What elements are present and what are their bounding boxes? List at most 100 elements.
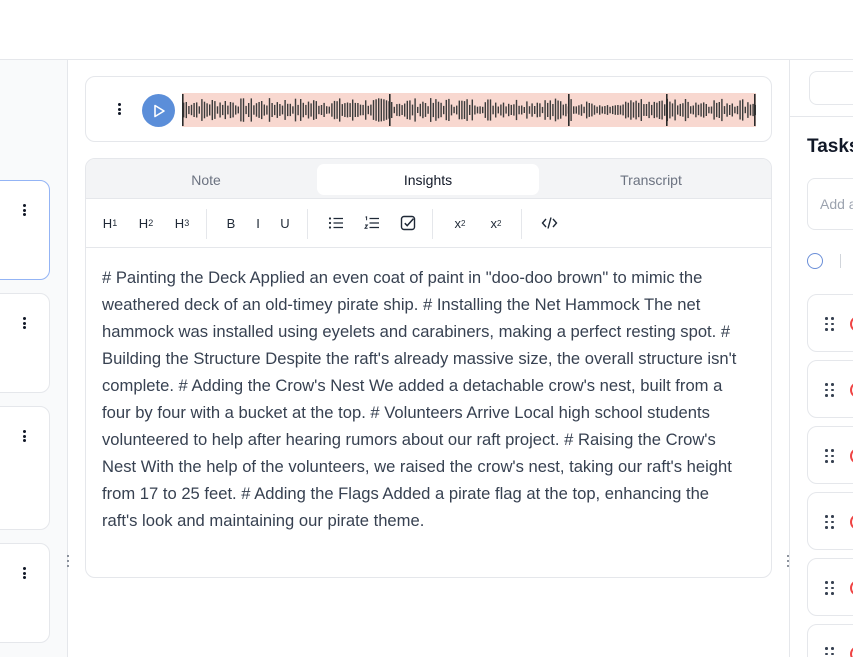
italic-button[interactable]: I (252, 211, 264, 235)
waveform-bar (456, 105, 458, 115)
note-card[interactable] (0, 543, 50, 643)
note-menu-icon[interactable] (17, 566, 31, 580)
waveform-bar (336, 101, 338, 119)
waveform-bar (489, 99, 492, 121)
underline-button[interactable]: U (278, 211, 292, 235)
notes-list-panel (0, 60, 68, 657)
drag-handle-icon[interactable] (825, 515, 834, 529)
waveform-bar (417, 106, 419, 113)
waveform-bar (718, 102, 720, 118)
waveform-bar (664, 104, 666, 116)
waveform-bar (235, 105, 237, 115)
superscript-button[interactable]: x2 (488, 211, 504, 235)
waveform-bar (690, 106, 692, 114)
drag-handle-icon[interactable] (825, 449, 834, 463)
task-item[interactable] (807, 294, 853, 352)
waveform-bar (596, 106, 598, 114)
toolbar-divider (521, 209, 522, 239)
waveform-bar (188, 106, 190, 115)
note-card[interactable] (0, 293, 50, 393)
add-task-input[interactable]: Add a (807, 178, 853, 230)
waveform-bar (638, 102, 640, 118)
waveform-bar (575, 106, 577, 114)
toolbar-divider (432, 209, 433, 239)
waveform-bar (432, 102, 434, 118)
waveform-bar (458, 100, 460, 120)
checklist-button[interactable] (399, 211, 417, 235)
drag-handle-icon[interactable] (825, 581, 834, 595)
task-item[interactable] (807, 360, 853, 418)
heading-1-button[interactable]: H1 (101, 211, 119, 235)
tab-insights[interactable]: Insights (317, 164, 539, 195)
select-all-radio[interactable] (807, 253, 823, 269)
task-item[interactable] (807, 558, 853, 616)
waveform-marker (389, 94, 391, 126)
waveform-bar (461, 100, 463, 120)
tab-note[interactable]: Note (95, 164, 317, 195)
bullet-list-button[interactable] (327, 211, 345, 235)
waveform-bar (352, 99, 354, 121)
note-menu-icon[interactable] (17, 203, 31, 217)
waveform-bar (242, 98, 245, 122)
waveform-bar (526, 101, 528, 119)
waveform-bar (196, 102, 198, 118)
heading-1-label: H (102, 215, 113, 231)
waveform-bar (380, 98, 382, 122)
heading-3-button[interactable]: H3 (173, 211, 191, 235)
tasks-search-box[interactable] (809, 71, 853, 105)
subscript-button[interactable]: x2 (452, 211, 468, 235)
waveform-bar (510, 104, 512, 115)
waveform-bar (617, 105, 619, 115)
vertical-ellipsis-icon[interactable] (112, 102, 126, 116)
waveform-bar (375, 99, 377, 121)
waveform-bar (515, 99, 518, 121)
insights-text[interactable]: # Painting the Deck Applied an even coat… (102, 264, 742, 534)
drag-handle-icon[interactable] (825, 383, 834, 397)
heading-2-button[interactable]: H2 (137, 211, 155, 235)
waveform-bar (430, 98, 432, 122)
audio-waveform[interactable] (182, 93, 756, 127)
waveform-bar (216, 106, 219, 114)
waveform-bar (500, 104, 502, 116)
waveform-bar (487, 99, 489, 121)
note-menu-icon[interactable] (17, 316, 31, 330)
task-item[interactable] (807, 624, 853, 657)
waveform-bar (479, 106, 481, 114)
drag-handle-icon[interactable] (825, 317, 834, 331)
waveform-marker (568, 94, 570, 126)
task-item[interactable] (807, 492, 853, 550)
waveform-bar (606, 105, 609, 115)
waveform-bar (604, 106, 606, 115)
heading-2-level: 2 (148, 218, 154, 228)
numbered-list-button[interactable] (363, 211, 381, 235)
waveform-bar (593, 105, 596, 115)
drag-handle-icon[interactable] (825, 647, 834, 657)
waveform-bar (453, 106, 455, 114)
play-button[interactable] (142, 94, 175, 127)
bold-button[interactable]: B (224, 211, 238, 235)
waveform-bar (729, 105, 731, 115)
waveform-bar (736, 105, 739, 115)
note-menu-icon[interactable] (17, 429, 31, 443)
code-button[interactable] (540, 211, 558, 235)
task-item[interactable] (807, 426, 853, 484)
waveform-bar (227, 105, 229, 115)
waveform-bar (710, 106, 713, 114)
waveform-bar (424, 103, 427, 117)
waveform-bar (549, 100, 551, 120)
waveform-bar (328, 106, 330, 114)
audio-player (85, 76, 772, 142)
waveform-bar (703, 102, 705, 118)
waveform-bar (289, 103, 291, 117)
waveform-bar (393, 106, 395, 114)
waveform-bar (684, 99, 687, 122)
note-card[interactable] (0, 406, 50, 530)
tab-transcript[interactable]: Transcript (540, 164, 762, 195)
waveform-bar (302, 102, 304, 118)
waveform-bar (495, 102, 497, 118)
waveform-bar (229, 102, 232, 119)
waveform-bar (391, 102, 393, 118)
waveform-bar (198, 106, 200, 114)
waveform-bar (505, 106, 507, 114)
note-card[interactable] (0, 180, 50, 280)
